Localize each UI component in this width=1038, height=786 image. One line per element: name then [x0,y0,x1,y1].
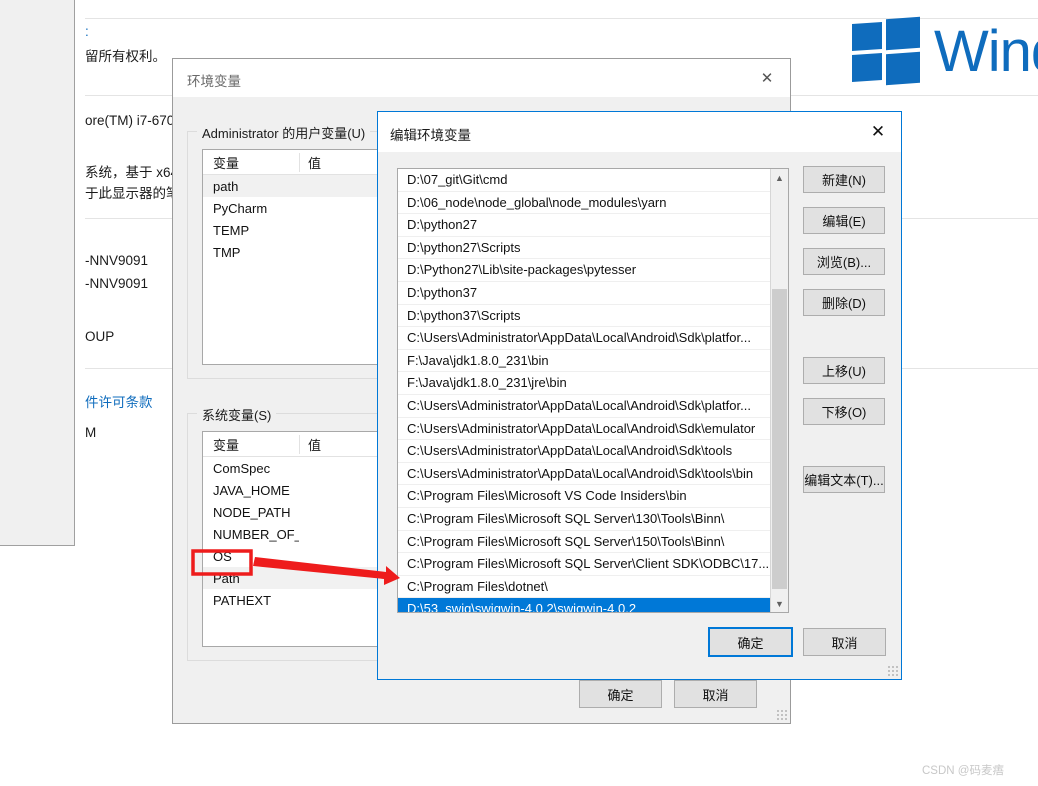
path-entries-listbox[interactable]: D:\07_git\Git\cmd D:\06_node\node_global\… [397,168,789,613]
scrollbar-thumb[interactable] [772,289,787,589]
path-list-item[interactable]: D:\python27 [398,214,770,237]
edit-cancel-button[interactable]: 取消 [803,628,886,656]
bg-activation-line: M [85,425,97,440]
path-list-item[interactable]: C:\Program Files\Microsoft SQL Server\Cl… [398,553,770,576]
scroll-down-icon[interactable]: ▼ [771,595,788,612]
column-header-variable: 变量 [213,437,240,453]
path-list-item[interactable]: C:\Users\Administrator\AppData\Local\And… [398,418,770,441]
variable-name-cell: PATHEXT [213,592,272,608]
bg-product-id-1: -NNV9091 [85,253,149,268]
close-icon[interactable]: ✕ [855,112,901,152]
path-list-item[interactable]: F:\Java\jdk1.8.0_231\jre\bin [398,372,770,395]
license-terms-link[interactable]: 件许可条款 [85,391,153,411]
variable-name-cell: TMP [213,244,241,260]
path-list-item[interactable]: D:\53_swig\swigwin-4.0.2\swigwin-4.0.2 [398,598,770,612]
new-button[interactable]: 新建(N) [803,166,885,193]
path-list-item[interactable]: C:\Users\Administrator\AppData\Local\And… [398,395,770,418]
edit-dialog-footer: 确定 取消 [378,615,901,679]
move-down-button[interactable]: 下移(O) [803,398,885,425]
path-list-item[interactable]: D:\python37\Scripts [398,305,770,328]
path-list-item[interactable]: C:\Users\Administrator\AppData\Local\And… [398,327,770,350]
path-list-item[interactable]: C:\Program Files\Microsoft SQL Server\13… [398,508,770,531]
variable-name-cell: PyCharm [213,200,268,216]
path-list-item[interactable]: C:\Users\Administrator\AppData\Local\And… [398,440,770,463]
bg-copyright-mark: : [85,24,89,39]
path-list-item[interactable]: D:\python37 [398,282,770,305]
path-list-item[interactable]: C:\Users\Administrator\AppData\Local\And… [398,463,770,486]
resize-grip[interactable] [776,709,788,721]
env-cancel-button[interactable]: 取消 [674,680,757,708]
move-up-button[interactable]: 上移(U) [803,357,885,384]
close-icon[interactable]: ✕ [744,59,790,97]
edit-button[interactable]: 编辑(E) [803,207,885,234]
variable-name-cell: NUMBER_OF_PROCESSORS [213,526,299,542]
delete-button[interactable]: 删除(D) [803,289,885,316]
path-list-item[interactable]: C:\Program Files\dotnet\ [398,576,770,599]
edit-ok-button[interactable]: 确定 [708,627,793,657]
variable-name-cell: ComSpec [213,460,271,476]
watermark-text: CSDN @码麦痦 [922,765,1004,777]
bg-processor-line: ore(TM) i7-6700 [85,113,182,128]
windows-wordmark: Wind [934,19,1038,84]
edit-environment-variable-dialog: 编辑环境变量 ✕ D:\07_git\Git\cmd D:\06_node\nod… [377,111,902,680]
path-list-item[interactable]: F:\Java\jdk1.8.0_231\bin [398,350,770,373]
edit-dialog-titlebar: 编辑环境变量 ✕ [378,112,901,152]
path-list-item[interactable]: D:\06_node\node_global\node_modules\yarn [398,192,770,215]
variable-name-cell: Path [213,570,240,586]
env-ok-button[interactable]: 确定 [579,680,662,708]
variable-name-cell: OS [213,548,232,564]
variable-name-cell: path [213,178,239,194]
path-action-buttons: 新建(N) 编辑(E) 浏览(B)... 删除(D) 上移(U) 下移(O) 编辑文本(T)… [803,166,885,507]
path-list-item[interactable]: D:\07_git\Git\cmd [398,169,770,192]
variable-name-cell: JAVA_HOME [213,482,290,498]
env-dialog-title: 环境变量 [187,74,241,89]
edit-text-button[interactable]: 编辑文本(T)... [803,466,885,493]
env-dialog-titlebar: 环境变量 ✕ [173,59,790,97]
scroll-up-icon[interactable]: ▲ [771,169,788,186]
user-variables-label: Administrator 的用户变量(U) [197,123,371,142]
variable-name-cell: TEMP [213,222,250,238]
path-list-item[interactable]: C:\Program Files\Microsoft VS Code Insid… [398,485,770,508]
path-list-item[interactable]: D:\python27\Scripts [398,237,770,260]
bg-workgroup-line: OUP [85,329,115,344]
windows-logo: Wind [852,16,1038,86]
bg-copyright-line: 留所有权利。 [85,49,166,64]
variable-name-cell: NODE_PATH [213,504,291,520]
windows-flag-icon [852,16,920,86]
path-entries-list[interactable]: D:\07_git\Git\cmd D:\06_node\node_global\… [398,169,770,612]
edit-dialog-title: 编辑环境变量 [390,128,471,143]
path-list-item[interactable]: C:\Program Files\Microsoft SQL Server\15… [398,531,770,554]
resize-grip[interactable] [887,665,899,677]
system-properties-dialog: (S)... (E)... (T)... N)... 应用(A) [0,0,75,546]
vertical-scrollbar[interactable]: ▲ ▼ [770,169,788,612]
path-list-item[interactable]: D:\Python27\Lib\site-packages\pytesser [398,259,770,282]
column-header-variable: 变量 [213,155,240,171]
browse-button[interactable]: 浏览(B)... [803,248,885,275]
system-variables-label: 系统变量(S) [197,405,277,424]
bg-product-id-2: -NNV9091 [85,276,149,291]
